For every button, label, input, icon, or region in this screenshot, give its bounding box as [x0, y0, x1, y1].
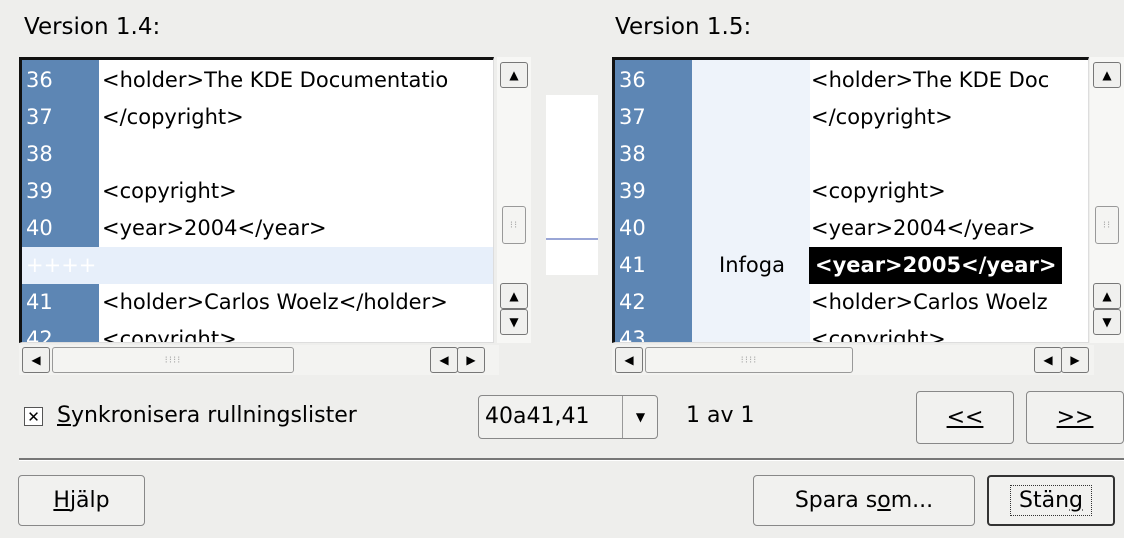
diff-select-value: 40a41,41: [485, 404, 590, 429]
scroll-left-icon[interactable]: ◀: [430, 347, 458, 373]
diff-connector-line: [546, 238, 598, 240]
right-vertical-scroll-thumb[interactable]: ⁝⁝: [1095, 206, 1119, 244]
code-row: 40 <year>2004</year>: [619, 216, 1036, 240]
scroll-up-icon[interactable]: ▲: [1093, 283, 1121, 309]
diff-select[interactable]: 40a41,41 ▼: [478, 395, 658, 439]
sync-scrollbars-checkbox[interactable]: ✕: [24, 407, 43, 426]
code-row: 40 <year>2004</year>: [26, 216, 327, 240]
sync-scrollbars-label[interactable]: Synkronisera rullningslister: [57, 403, 357, 428]
scroll-left-icon[interactable]: ◀: [22, 347, 50, 373]
code-row: 42 <holder>Carlos Woelz: [619, 290, 1048, 314]
code-row: 43 <copyright>: [619, 327, 946, 343]
code-row: 39 <copyright>: [26, 179, 237, 203]
scroll-up-icon[interactable]: ▲: [500, 62, 528, 88]
check-icon: ✕: [27, 407, 40, 426]
scroll-down-icon[interactable]: ▼: [1093, 309, 1121, 335]
help-button[interactable]: Hjälp: [18, 475, 145, 526]
scroll-down-icon[interactable]: ▼: [500, 309, 528, 335]
save-as-button[interactable]: Spara som...: [753, 475, 975, 526]
code-row: 37 </copyright>: [26, 105, 244, 129]
left-version-title: Version 1.4:: [24, 14, 161, 40]
next-diff-button[interactable]: >>: [1026, 391, 1124, 444]
diff-count: 1 av 1: [686, 403, 755, 428]
scroll-up-icon[interactable]: ▲: [500, 283, 528, 309]
code-row: 41 <holder>Carlos Woelz</holder>: [26, 290, 448, 314]
code-row: 39 <copyright>: [619, 179, 946, 203]
diff-overview-panel: [546, 95, 598, 275]
code-row-inserted: 41 Infoga <year>2005</year>: [615, 247, 1088, 284]
close-button[interactable]: Stäng: [987, 475, 1115, 526]
code-row: 38: [26, 142, 53, 166]
code-row: 36 <holder>The KDE Documentatio: [26, 68, 449, 92]
code-row-inserted-placeholder: ++++: [22, 247, 493, 284]
left-horizontal-scroll-thumb[interactable]: ⁝⁝⁝⁝: [52, 347, 294, 373]
chevron-down-icon[interactable]: ▼: [622, 396, 658, 438]
separator: [19, 458, 1124, 461]
scroll-left-icon[interactable]: ◀: [615, 347, 643, 373]
right-version-title: Version 1.5:: [615, 14, 752, 40]
inserted-line-selected: <year>2005</year>: [809, 247, 1063, 284]
left-code-view[interactable]: 36 <holder>The KDE Documentatio 37 </copyr…: [19, 57, 494, 343]
left-vertical-scroll-thumb[interactable]: ⁝⁝: [502, 206, 526, 244]
code-row: 37 </copyright>: [619, 105, 953, 129]
code-row: 38: [619, 142, 646, 166]
right-horizontal-scroll-thumb[interactable]: ⁝⁝⁝⁝: [645, 347, 853, 373]
scroll-right-icon[interactable]: ▶: [457, 347, 485, 373]
scroll-right-icon[interactable]: ▶: [1061, 347, 1089, 373]
code-row: 36 <holder>The KDE Doc: [619, 68, 1050, 92]
code-row: 42 <copyright>: [26, 327, 237, 343]
scroll-left-icon[interactable]: ◀: [1034, 347, 1062, 373]
previous-diff-button[interactable]: <<: [916, 391, 1014, 444]
right-code-view[interactable]: 36 <holder>The KDE Doc 37 </copyright> 38 …: [612, 57, 1089, 343]
scroll-up-icon[interactable]: ▲: [1093, 62, 1121, 88]
diff-marker-label: Infoga: [719, 253, 785, 277]
